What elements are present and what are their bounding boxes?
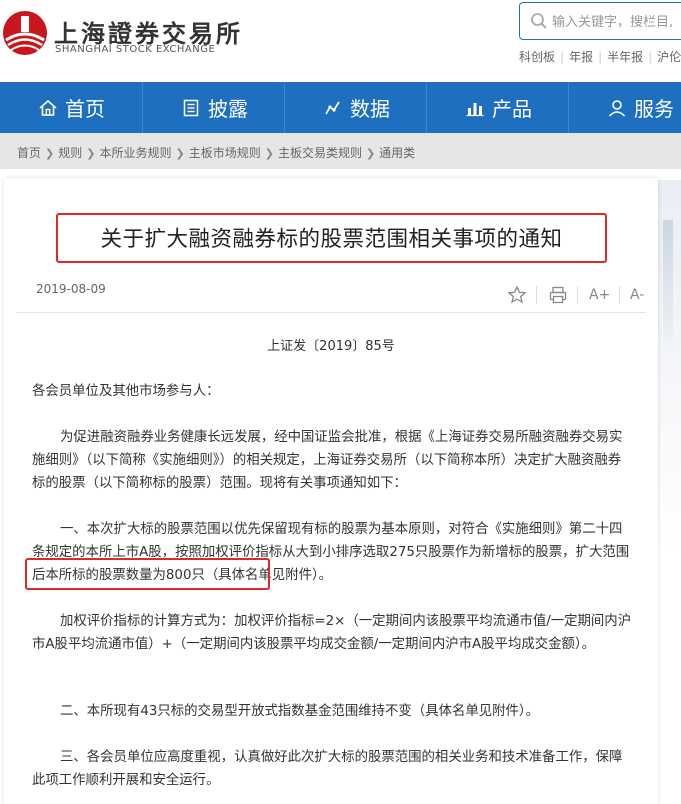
nav-label: 披露 <box>208 97 248 121</box>
paragraph-text: 一、本次扩大标的股票范围以优先保留现有标的股票为基本原则，对符合《实施细则》第二… <box>32 522 623 560</box>
toolbar-separator <box>577 286 578 304</box>
link-separator: | <box>560 50 565 64</box>
quick-link-semiannual-report[interactable]: 半年报 <box>607 50 643 64</box>
document-icon <box>183 99 199 116</box>
nav-label: 产品 <box>492 97 532 121</box>
sse-logo[interactable]: 上海證券交易所 SHANGHAI STOCK EXCHANGE <box>2 10 240 60</box>
paragraph-1: 为促进融资融券业务健康长远发展，经中国证监会批准，根据《上海证券交易所融资融券交… <box>32 426 632 495</box>
breadcrumb-item-rules[interactable]: 规则 <box>58 146 82 160</box>
search-icon[interactable] <box>530 12 548 30</box>
user-icon <box>608 99 626 117</box>
nav-item-data[interactable]: 数据 <box>285 82 427 133</box>
nav-item-services[interactable]: 服务 <box>569 82 681 133</box>
toolbar-separator <box>536 286 537 304</box>
nav-label: 数据 <box>350 97 390 121</box>
quick-link-star-market[interactable]: 科创板 <box>519 50 555 64</box>
main-nav: 首页 披露 数据 产品 服务 <box>0 82 681 133</box>
link-separator: | <box>648 50 653 64</box>
chevron-right-icon: ❯ <box>264 147 274 160</box>
nav-item-disclosure[interactable]: 披露 <box>143 82 285 133</box>
chevron-right-icon: ❯ <box>45 147 55 160</box>
side-decoration <box>655 180 681 804</box>
site-header: 上海證券交易所 SHANGHAI STOCK EXCHANGE 科创板 | 年报 | 半… <box>0 0 681 82</box>
breadcrumb-item-home[interactable]: 首页 <box>17 146 41 160</box>
breadcrumb-item-exchange-rules[interactable]: 本所业务规则 <box>99 146 171 160</box>
nav-label: 首页 <box>65 97 105 121</box>
paragraph-5: 三、各会员单位应高度重视，认真做好此次扩大标的股票范围的相关业务和技术准备工作，… <box>32 746 632 792</box>
building-image <box>663 220 673 340</box>
document-number: 上证发〔2019〕85号 <box>267 339 395 354</box>
bar-chart-icon <box>466 102 484 116</box>
font-decrease-icon[interactable]: A- <box>630 285 652 305</box>
paragraph-text: 加权评价指标的计算方式为：加权评价指标=2×（一定期间内该股票平均流通市值/一定… <box>32 614 632 652</box>
breadcrumb-item-trading-rules[interactable]: 主板交易类规则 <box>278 146 362 160</box>
chevron-right-icon: ❯ <box>175 147 185 160</box>
font-increase-icon[interactable]: A+ <box>589 285 611 305</box>
breadcrumb-item-main-board-rules[interactable]: 主板市场规则 <box>189 146 261 160</box>
nav-item-home[interactable]: 首页 <box>0 82 143 133</box>
nav-item-products[interactable]: 产品 <box>427 82 569 133</box>
chevron-right-icon: ❯ <box>86 147 96 160</box>
salutation: 各会员单位及其他市场参与人： <box>32 384 220 399</box>
quick-link-annual-report[interactable]: 年报 <box>569 50 593 64</box>
quick-links: 科创板 | 年报 | 半年报 | 沪伦 <box>519 48 681 65</box>
page-title: 关于扩大融资融券标的股票范围相关事项的通知 <box>100 227 563 252</box>
link-separator: | <box>598 50 603 64</box>
paragraph-text: 为促进融资融券业务健康长远发展，经中国证监会批准，根据《上海证券交易所融资融券交… <box>32 430 623 491</box>
star-icon[interactable] <box>507 285 527 305</box>
breadcrumb-item-general[interactable]: 通用类 <box>379 146 415 160</box>
home-icon <box>39 99 57 116</box>
chevron-right-icon: ❯ <box>365 147 376 160</box>
breadcrumb: 首页 ❯ 规则 ❯ 本所业务规则 ❯ 主板市场规则 ❯ 主板交易类规则 ❯ 通用类 <box>17 144 415 161</box>
quick-link-shanghai-london[interactable]: 沪伦 <box>657 50 681 64</box>
paragraph-text: 二、本所现有43只标的交易型开放式指数基金范围维持不变（具体名单见附件）。 <box>60 704 540 719</box>
header-divider <box>16 312 646 313</box>
paragraph-3: 加权评价指标的计算方式为：加权评价指标=2×（一定期间内该股票平均流通市值/一定… <box>32 610 632 656</box>
toolbar-separator <box>619 286 620 304</box>
paragraph-text: 三、各会员单位应高度重视，认真做好此次扩大标的股票范围的相关业务和技术准备工作，… <box>32 750 623 788</box>
search-box[interactable] <box>519 2 681 40</box>
print-icon[interactable] <box>548 285 568 305</box>
paragraph-4: 二、本所现有43只标的交易型开放式指数基金范围维持不变（具体名单见附件）。 <box>32 700 632 723</box>
search-input[interactable] <box>552 12 681 32</box>
text-highlight-box <box>25 558 270 590</box>
sse-logo-mark-icon <box>3 11 47 55</box>
chart-line-icon <box>325 101 340 114</box>
breadcrumb-bar: 首页 ❯ 规则 ❯ 本所业务规则 ❯ 主板市场规则 ❯ 主板交易类规则 ❯ 通用类 <box>0 133 681 169</box>
logo-english-name: SHANGHAI STOCK EXCHANGE <box>55 44 216 55</box>
nav-label: 服务 <box>634 97 674 121</box>
publish-date: 2019-08-09 <box>36 282 106 296</box>
